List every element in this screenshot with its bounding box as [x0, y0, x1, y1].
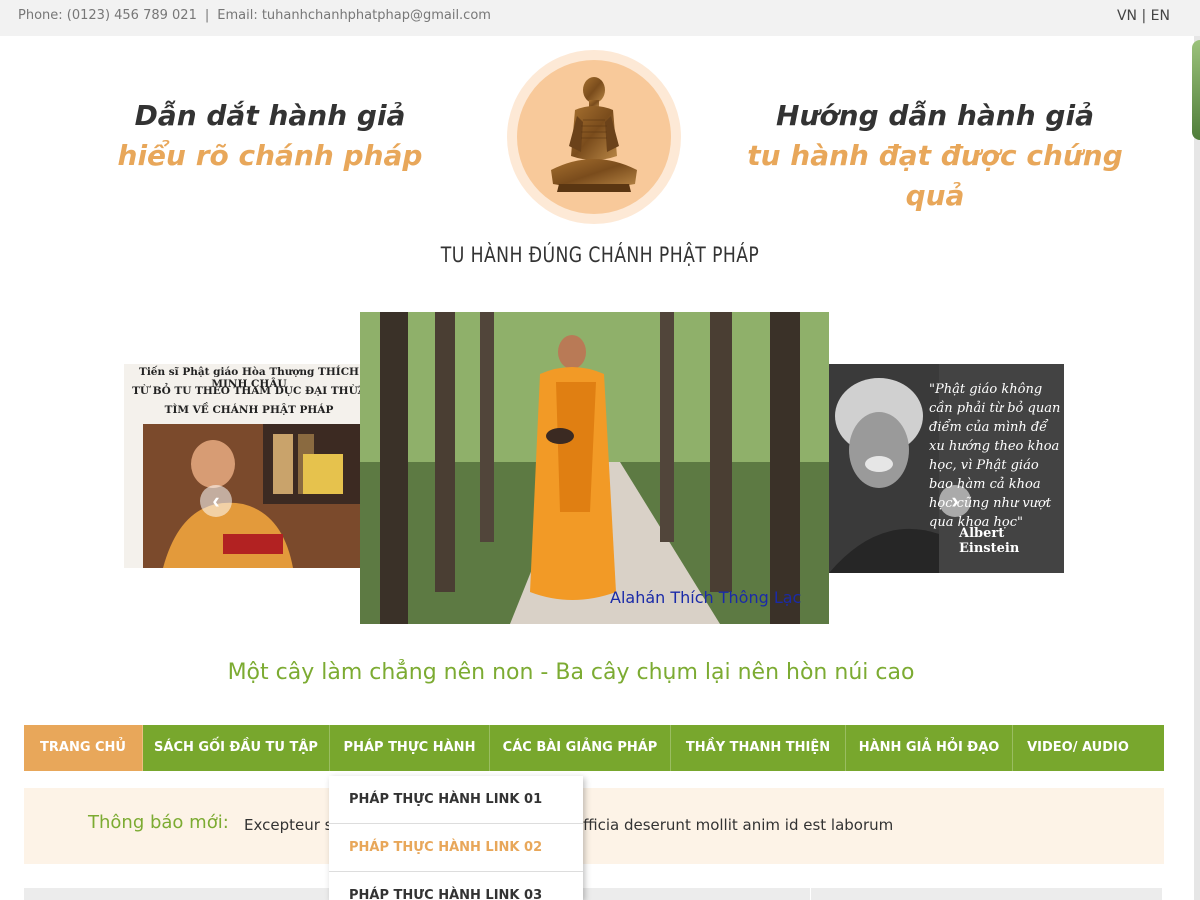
buddha-statue-image — [517, 60, 671, 214]
chevron-left-icon: ‹ — [212, 488, 220, 513]
slogan-right-line1: Hướng dẫn hành giả — [776, 99, 1094, 132]
email-link[interactable]: Email: tuhanhchanhphatphap@gmail.com — [217, 8, 491, 23]
slide-left-caption-3: TÌM VỀ CHÁNH PHẬT PHÁP — [164, 404, 334, 416]
dropdown-item-link-01[interactable]: PHÁP THỰC HÀNH LINK 01 — [329, 776, 583, 824]
chevron-right-icon: › — [951, 488, 959, 513]
lang-en-link[interactable]: EN — [1151, 8, 1170, 24]
leaf-decoration — [1192, 40, 1200, 140]
slogan-left: Dẫn dắt hành giả hiểu rõ chánh pháp — [110, 96, 430, 176]
language-switcher: VN | EN — [1117, 8, 1170, 24]
lang-separator: | — [1141, 8, 1147, 24]
nav-item-practice[interactable]: PHÁP THỰC HÀNH — [330, 725, 490, 771]
contact-info: Phone: (0123) 456 789 021 | Email: tuhanhc… — [18, 8, 491, 23]
slide-center[interactable]: Alahán Thích Thông Lạc — [360, 312, 829, 624]
logo-title: TU HÀNH ĐÚNG CHÁNH PHẬT PHÁP — [440, 243, 760, 267]
slogan-right: Hướng dẫn hành giả tu hành đạt được chứn… — [720, 96, 1150, 216]
proverb-text: Một cây làm chẳng nên non - Ba cây chụm … — [227, 660, 915, 685]
lang-vn-link[interactable]: VN — [1117, 8, 1137, 24]
dropdown-item-link-03[interactable]: PHÁP THỰC HÀNH LINK 03 — [329, 872, 583, 900]
content-panel-right — [811, 888, 1162, 900]
page-right-edge — [1194, 36, 1200, 900]
monk-walking-image — [360, 312, 829, 624]
top-bar: Phone: (0123) 456 789 021 | Email: tuhanhc… — [0, 0, 1200, 36]
slide-left[interactable]: Tiến sĩ Phật giáo Hòa Thượng THÍCH MINH … — [124, 364, 374, 568]
slider-next-button[interactable]: › — [939, 485, 971, 517]
nav-item-questions[interactable]: HÀNH GIẢ HỎI ĐẠO — [846, 725, 1013, 771]
main-nav: TRANG CHỦ SÁCH GỐI ĐẦU TU TẬP PHÁP THỰC … — [24, 725, 1164, 771]
nav-item-books[interactable]: SÁCH GỐI ĐẦU TU TẬP — [143, 725, 330, 771]
monk-portrait-image — [143, 424, 374, 568]
slide-right[interactable]: "Phật giáo không cần phải từ bỏ quan điể… — [829, 364, 1064, 573]
slide-center-caption: Alahán Thích Thông Lạc — [610, 588, 802, 607]
einstein-portrait-image — [829, 364, 939, 573]
slider-prev-button[interactable]: ‹ — [200, 485, 232, 517]
einstein-author: Albert Einstein — [959, 526, 1020, 556]
notice-bar: Thông báo mới: Excepteur si sunt in culpa… — [24, 788, 1164, 864]
logo[interactable] — [507, 50, 681, 224]
slogan-left-line2: hiểu rõ chánh pháp — [117, 139, 423, 172]
slogan-right-line2: tu hành đạt được chứng quả — [747, 139, 1123, 212]
buddha-statue-icon — [551, 77, 637, 192]
nav-item-teacher[interactable]: THẦY THANH THIỆN — [671, 725, 846, 771]
practice-dropdown-menu: PHÁP THỰC HÀNH LINK 01 PHÁP THỰC HÀNH LI… — [329, 776, 583, 900]
nav-item-lectures[interactable]: CÁC BÀI GIẢNG PHÁP — [490, 725, 671, 771]
slide-left-caption-2: TỪ BỎ TU THEO THAM DỤC ĐẠI THỪA — [132, 385, 366, 397]
nav-item-video-audio[interactable]: VIDEO/ AUDIO — [1013, 725, 1143, 771]
nav-item-home[interactable]: TRANG CHỦ — [24, 725, 143, 771]
contact-separator: | — [204, 8, 210, 23]
notice-text-start: Excepteur si — [244, 816, 337, 834]
phone-text: Phone: (0123) 456 789 021 — [18, 8, 197, 23]
slogan-left-line1: Dẫn dắt hành giả — [134, 99, 406, 132]
notice-label: Thông báo mới: — [88, 812, 229, 833]
dropdown-item-link-02[interactable]: PHÁP THỰC HÀNH LINK 02 — [329, 824, 583, 872]
